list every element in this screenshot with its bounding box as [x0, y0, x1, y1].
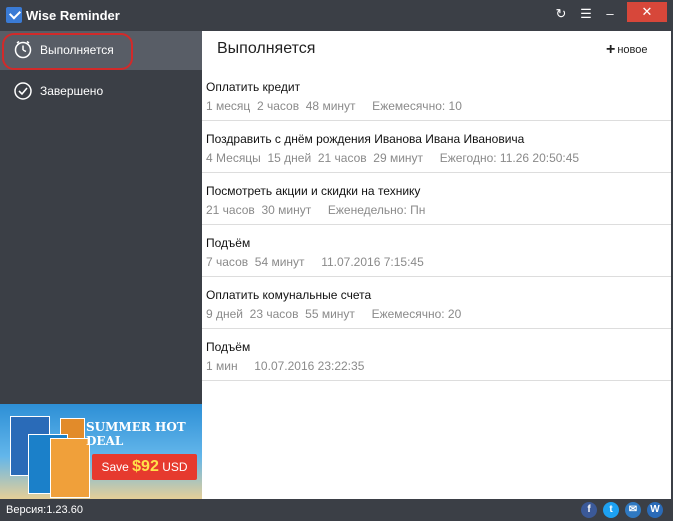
- app-title: Wise Reminder: [26, 8, 120, 23]
- facebook-icon[interactable]: f: [581, 502, 597, 518]
- promo-banner[interactable]: SUMMER HOT DEAL Save $92 USD: [0, 404, 202, 499]
- twitter-icon[interactable]: t: [603, 502, 619, 518]
- task-meta: 21 часов 30 минут Еженедельно: Пн: [206, 203, 426, 217]
- product-box-image: [50, 438, 90, 498]
- task-meta: 4 Месяцы 15 дней 21 часов 29 минут Ежего…: [206, 151, 580, 165]
- page-title: Выполняется: [217, 40, 316, 57]
- list-item[interactable]: Оплатить комунальные счета 9 дней 23 час…: [202, 277, 671, 329]
- title-bar: Wise Reminder ↻ ☰ – ✕: [0, 0, 673, 31]
- task-title: Оплатить комунальные счета: [206, 288, 372, 302]
- list-item[interactable]: Оплатить кредит 1 месяц 2 часов 48 минут…: [202, 69, 671, 121]
- task-meta: 1 месяц 2 часов 48 минут Ежемесячно: 10: [206, 99, 462, 113]
- mail-icon[interactable]: ✉: [625, 502, 641, 518]
- price: $92: [132, 458, 159, 475]
- task-meta: 7 часов 54 минут 11.07.2016 7:15:45: [206, 255, 424, 269]
- promo-save-button[interactable]: Save $92 USD: [92, 454, 197, 480]
- status-bar: Версия:1.23.60 f t ✉ W: [0, 499, 673, 521]
- new-reminder-button[interactable]: + новое: [606, 41, 648, 59]
- list-item[interactable]: Подъём 1 мин 10.07.2016 23:22:35: [202, 329, 671, 381]
- check-circle-icon: [14, 82, 32, 100]
- sidebar-item-in-progress[interactable]: Выполняется: [0, 31, 202, 70]
- highlight-outline: [2, 33, 133, 70]
- currency: USD: [162, 460, 188, 474]
- promo-title: SUMMER HOT DEAL: [86, 420, 186, 448]
- task-title: Посмотреть акции и скидки на технику: [206, 184, 421, 198]
- close-icon[interactable]: ✕: [627, 2, 667, 22]
- minimize-icon[interactable]: –: [602, 4, 618, 24]
- plus-icon: +: [606, 41, 616, 58]
- task-title: Подъём: [206, 340, 251, 354]
- save-label: Save: [101, 460, 129, 474]
- sidebar-item-label: Завершено: [40, 84, 104, 98]
- list-item[interactable]: Посмотреть акции и скидки на технику 21 …: [202, 173, 671, 225]
- task-title: Подъём: [206, 236, 251, 250]
- new-label: новое: [617, 44, 648, 56]
- main-panel: Выполняется + новое Оплатить кредит 1 мес…: [202, 31, 671, 499]
- list-item[interactable]: Подъём 7 часов 54 минут 11.07.2016 7:15:…: [202, 225, 671, 277]
- sidebar-item-completed[interactable]: Завершено: [0, 72, 202, 111]
- wise-icon[interactable]: W: [647, 502, 663, 518]
- app-check-icon: [6, 7, 22, 23]
- version-label: Версия:1.23.60: [6, 504, 83, 516]
- task-title: Поздравить с днём рождения Иванова Ивана…: [206, 132, 525, 146]
- list-item[interactable]: Поздравить с днём рождения Иванова Ивана…: [202, 121, 671, 173]
- refresh-icon[interactable]: ↻: [553, 4, 569, 24]
- menu-icon[interactable]: ☰: [578, 4, 594, 24]
- task-meta: 1 мин 10.07.2016 23:22:35: [206, 359, 365, 373]
- task-title: Оплатить кредит: [206, 80, 301, 94]
- task-meta: 9 дней 23 часов 55 минут Ежемесячно: 20: [206, 307, 462, 321]
